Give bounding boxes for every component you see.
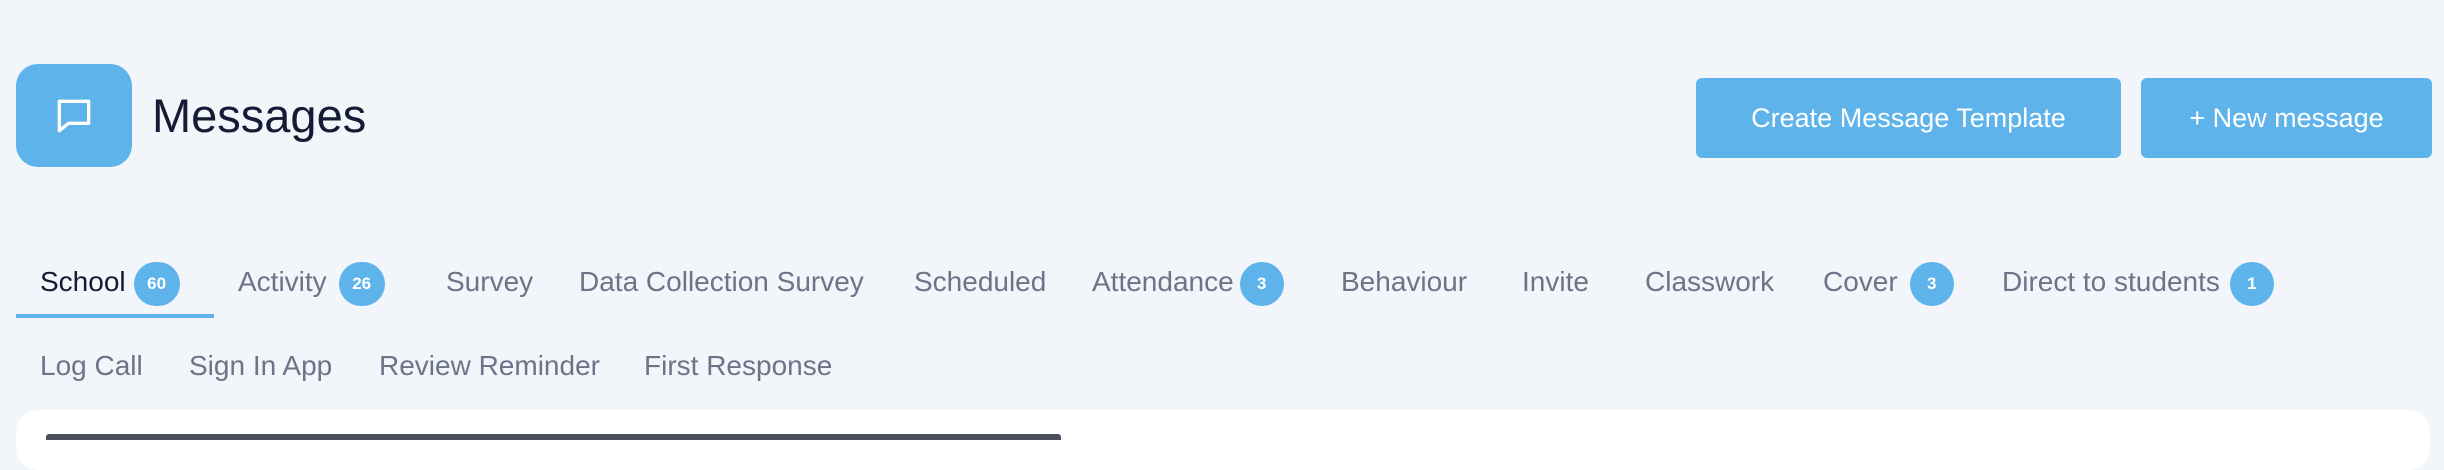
- tab-classwork[interactable]: Classwork: [1645, 252, 1774, 312]
- content-toolbar-edge: [46, 434, 1061, 440]
- tab-count-badge: 3: [1239, 262, 1284, 306]
- tab-label: Behaviour: [1341, 266, 1468, 297]
- messages-app-icon: [16, 64, 132, 167]
- tab-label: Survey: [446, 266, 534, 297]
- tab-sign-in-app[interactable]: Sign In App: [189, 336, 332, 396]
- tab-label: First Response: [644, 350, 833, 381]
- tab-count-badge: 1: [2229, 262, 2274, 306]
- tab-survey[interactable]: Survey: [446, 252, 533, 312]
- tab-label: Data Collection Survey: [579, 266, 864, 297]
- tab-cover[interactable]: Cover 3: [1823, 252, 1954, 312]
- chat-bubble-icon: [57, 99, 91, 132]
- tab-count-badge: 60: [133, 262, 180, 306]
- tab-data-collection-survey[interactable]: Data Collection Survey: [579, 252, 864, 312]
- create-message-template-button[interactable]: Create Message Template: [1696, 78, 2121, 158]
- tab-label: Direct to students: [2002, 266, 2220, 297]
- tab-attendance[interactable]: Attendance 3: [1092, 252, 1284, 312]
- tab-label: Activity: [238, 266, 327, 297]
- tab-label: Cover: [1823, 266, 1898, 297]
- tab-label: Classwork: [1645, 266, 1775, 297]
- tab-log-call[interactable]: Log Call: [40, 336, 143, 396]
- tab-direct-to-students[interactable]: Direct to students 1: [2002, 252, 2274, 312]
- tab-count-badge: 3: [1909, 262, 1954, 306]
- active-tab-indicator: [16, 314, 214, 318]
- tab-label: School: [40, 266, 126, 297]
- tab-first-response[interactable]: First Response: [644, 336, 832, 396]
- page-title: Messages: [152, 89, 367, 142]
- tab-review-reminder[interactable]: Review Reminder: [379, 336, 600, 396]
- tab-scheduled[interactable]: Scheduled: [914, 252, 1046, 312]
- tab-behaviour[interactable]: Behaviour: [1341, 252, 1467, 312]
- tab-label: Attendance: [1092, 266, 1234, 297]
- tab-label: Log Call: [40, 350, 143, 381]
- tab-activity[interactable]: Activity 26: [238, 252, 385, 312]
- tab-school[interactable]: School 60: [40, 252, 180, 312]
- tab-count-badge: 26: [338, 262, 385, 306]
- tab-label: Scheduled: [914, 266, 1047, 297]
- messages-content-panel: [16, 410, 2430, 470]
- tab-invite[interactable]: Invite: [1522, 252, 1589, 312]
- tab-label: Sign In App: [189, 350, 333, 381]
- new-message-button[interactable]: + New message: [2141, 78, 2432, 158]
- tab-label: Invite: [1522, 266, 1589, 297]
- tab-label: Review Reminder: [379, 350, 600, 381]
